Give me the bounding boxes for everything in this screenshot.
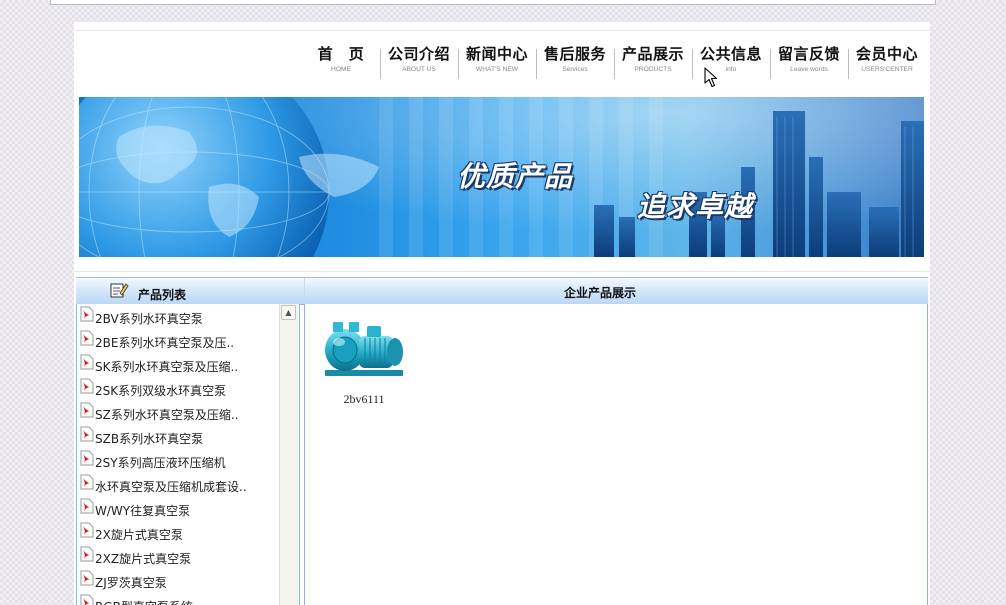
sidebar-item[interactable]: 2SY系列高压液环压缩机 (77, 448, 277, 472)
nav-services[interactable]: 售后服务 Services (536, 45, 614, 85)
page-container: 首 页 HOME 公司介绍 ABOUT US 新闻中心 WHAT'S NEW 售后服务… (74, 22, 930, 605)
nav-label: 新闻中心 (465, 45, 528, 63)
sidebar-item[interactable]: SK系列水环真空泵及压缩.. (77, 352, 277, 376)
globe-shape (79, 97, 329, 257)
pdf-icon (80, 450, 94, 466)
sidebar-scrollbar[interactable]: ▲ (279, 304, 298, 605)
nav-label: 公共信息 (699, 45, 762, 63)
header: 首 页 HOME 公司介绍 ABOUT US 新闻中心 WHAT'S NEW 售后服务… (74, 30, 930, 272)
sidebar-item[interactable]: RGB型真空泵系统 (77, 592, 277, 605)
nav-label: 首 页 (317, 45, 365, 63)
nav-label: 售后服务 (543, 45, 606, 63)
sidebar-item[interactable]: 2BE系列水环真空泵及压.. (77, 328, 277, 352)
nav-members[interactable]: 会员中心 USERS'CENTER (848, 45, 926, 85)
product-list: 2BV系列水环真空泵 2BE系列水环真空泵及压.. SK系列水环真空泵及压缩..… (77, 304, 277, 605)
nav-label: 留言反馈 (777, 45, 840, 63)
pdf-icon (80, 522, 94, 538)
pdf-icon (80, 498, 94, 514)
nav-sublabel: Leave words (790, 66, 828, 73)
city-skyline (594, 111, 924, 257)
pdf-icon (80, 570, 94, 586)
pdf-icon (80, 426, 94, 442)
top-strip (50, 0, 936, 5)
sidebar-item[interactable]: SZB系列水环真空泵 (77, 424, 277, 448)
nav-about[interactable]: 公司介绍 ABOUT US (380, 45, 458, 85)
pdf-icon (80, 354, 94, 370)
nav-sublabel: WHAT'S NEW (475, 66, 519, 73)
sidebar-item[interactable]: W/WY往复真空泵 (77, 496, 277, 520)
sidebar-item[interactable]: 2X旋片式真空泵 (77, 520, 277, 544)
banner-slogan-secondary: 追求卓越 (637, 190, 754, 223)
pdf-icon (80, 306, 94, 322)
sidebar-item[interactable]: SZ系列水环真空泵及压缩.. (77, 400, 277, 424)
sidebar-item[interactable]: 水环真空泵及压缩机成套设.. (77, 472, 277, 496)
section-header-bar: 产品列表 企业产品展示 (76, 277, 928, 305)
pdf-icon (80, 330, 94, 346)
banner-slogan-primary: 优质产品 (457, 160, 574, 193)
nav-sublabel: ABOUT US (402, 66, 436, 73)
sidebar-item[interactable]: 2SK系列双级水环真空泵 (77, 376, 277, 400)
nav-sublabel: Services (562, 66, 588, 73)
main-title: 企业产品展示 (564, 286, 637, 300)
main-section: 产品列表 企业产品展示 2BV系列水环真空泵 2BE系列水环真空泵及压.. SK… (76, 277, 928, 605)
sidebar-item[interactable]: 2BV系列水环真空泵 (77, 304, 277, 328)
scroll-up-icon[interactable]: ▲ (281, 305, 296, 320)
sidebar-item-label: RGB型真空泵系统 (95, 595, 193, 605)
pdf-icon (80, 594, 94, 605)
pdf-icon (80, 402, 94, 418)
nav-label: 产品展示 (621, 45, 684, 63)
sidebar-title: 产品列表 (138, 288, 187, 302)
mouse-pointer-icon (704, 67, 718, 88)
nav-sublabel: HOME (331, 66, 351, 73)
nav-sublabel: PRODUCTS (634, 66, 672, 73)
sidebar-item[interactable]: 2XZ旋片式真空泵 (77, 544, 277, 568)
nav-news[interactable]: 新闻中心 WHAT'S NEW (458, 45, 536, 85)
pdf-icon (80, 546, 94, 562)
nav-label: 会员中心 (855, 45, 918, 63)
hero-banner: 优质产品 追求卓越 (79, 97, 924, 257)
product-card[interactable]: 2bv6111 (319, 314, 409, 407)
edit-list-icon (110, 283, 129, 298)
nav-feedback[interactable]: 留言反馈 Leave words (770, 45, 848, 85)
vacuum-pump-image (325, 322, 403, 376)
pdf-icon (80, 378, 94, 394)
pdf-icon (80, 474, 94, 490)
product-name: 2bv6111 (343, 392, 385, 406)
main-nav: 首 页 HOME 公司介绍 ABOUT US 新闻中心 WHAT'S NEW 售后服务… (302, 45, 926, 85)
product-showcase: 2bv6111 (304, 304, 928, 605)
nav-sublabel: USERS'CENTER (861, 66, 913, 73)
product-sidebar: 2BV系列水环真空泵 2BE系列水环真空泵及压.. SK系列水环真空泵及压缩..… (76, 304, 300, 605)
nav-products[interactable]: 产品展示 PRODUCTS (614, 45, 692, 85)
sidebar-item[interactable]: ZJ罗茨真空泵 (77, 568, 277, 592)
nav-label: 公司介绍 (387, 45, 450, 63)
nav-home[interactable]: 首 页 HOME (302, 45, 380, 85)
